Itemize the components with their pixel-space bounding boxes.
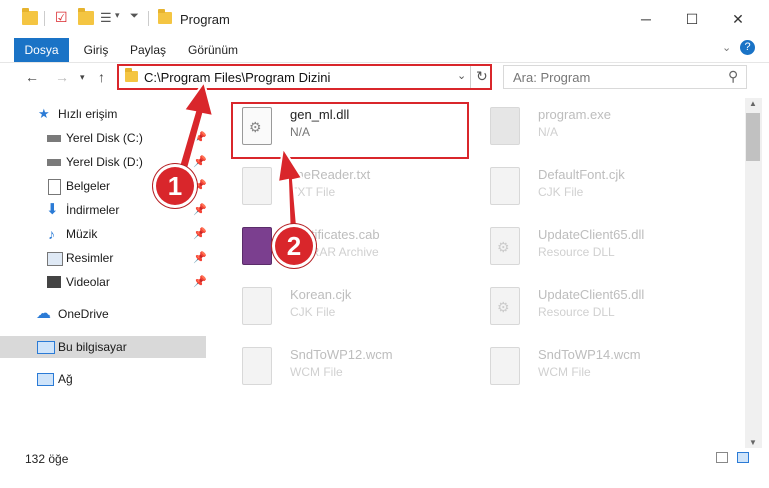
- item-count: 132 öğe: [25, 452, 69, 466]
- details-view-icon[interactable]: [716, 452, 728, 463]
- arrow-1-icon: [176, 79, 215, 174]
- callout-badge-2: 2: [275, 227, 313, 265]
- status-bar: [0, 448, 769, 488]
- callout-arrows: [176, 79, 304, 239]
- large-icons-view-icon[interactable]: [737, 452, 749, 463]
- arrow-2-icon: [276, 145, 304, 239]
- callout-badge-1: 1: [156, 167, 194, 205]
